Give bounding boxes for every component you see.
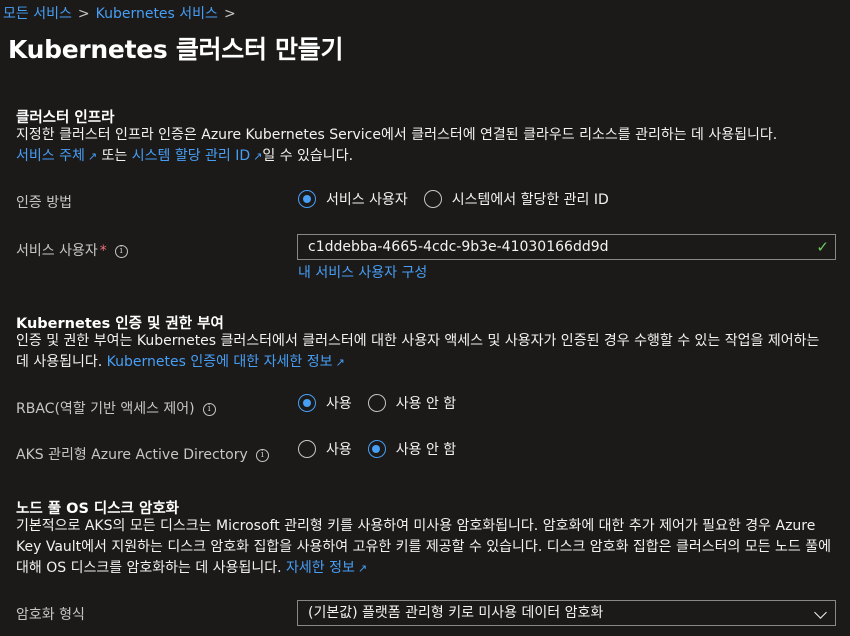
radio-label: 사용 <box>326 442 352 458</box>
page-title: Kubernetes 클러스터 만들기 <box>8 35 344 64</box>
desc-end-text: 일 수 있습니다. <box>262 148 354 164</box>
service-principal-link[interactable]: 서비스 주체 <box>16 148 85 164</box>
cluster-infra-desc-text: 지정한 클러스터 인프라 인증은 Azure Kubernetes Servic… <box>16 127 778 143</box>
rbac-radio-group: 사용 사용 안 함 <box>298 393 472 413</box>
radio-selected-icon[interactable] <box>367 440 386 458</box>
radio-unselected-icon[interactable] <box>423 190 442 208</box>
external-link-icon: ↗ <box>335 356 345 369</box>
required-marker: * <box>99 243 107 259</box>
breadcrumb-kubernetes-services[interactable]: Kubernetes 서비스 <box>96 6 218 22</box>
configure-service-principal-link[interactable]: 내 서비스 사용자 구성 <box>298 262 427 282</box>
radio-rbac-enabled[interactable]: 사용 <box>298 393 352 413</box>
breadcrumb-chevron-icon: > <box>223 6 236 22</box>
radio-aad-enabled[interactable]: 사용 <box>298 439 352 459</box>
encryption-learn-more-link[interactable]: 자세한 정보 <box>286 560 355 576</box>
cluster-infra-description: 지정한 클러스터 인프라 인증은 Azure Kubernetes Servic… <box>16 125 836 167</box>
radio-label: 사용 <box>326 396 352 412</box>
aad-radio-group: 사용 사용 안 함 <box>298 439 472 459</box>
or-text: 또는 <box>101 148 128 164</box>
radio-selected-icon[interactable] <box>298 394 316 412</box>
radio-label: 시스템에서 할당한 관리 ID <box>451 192 609 208</box>
radio-rbac-disabled[interactable]: 사용 안 함 <box>367 393 457 413</box>
breadcrumb: 모든 서비스 > Kubernetes 서비스 > <box>3 3 242 23</box>
section-heading-encryption: 노드 풀 OS 디스크 암호화 <box>16 501 180 517</box>
encryption-type-dropdown[interactable]: (기본값) 플랫폼 관리형 키로 미사용 데이터 암호화 <box>297 600 836 626</box>
auth-method-radio-group: 서비스 사용자 시스템에서 할당한 관리 ID <box>298 189 625 209</box>
encryption-type-label: 암호화 형식 <box>16 607 85 623</box>
k8s-auth-description: 인증 및 권한 부여는 Kubernetes 클러스터에서 클러스터에 대한 사… <box>16 331 836 373</box>
external-link-icon: ↗ <box>357 562 368 575</box>
service-principal-input[interactable]: c1ddebba-4665-4cdc-9b3e-41030166dd9d ✓ <box>297 234 836 260</box>
k8s-auth-learn-more-link[interactable]: Kubernetes 인증에 대한 자세한 정보 <box>107 354 333 370</box>
auth-method-label: 인증 방법 <box>16 195 72 211</box>
breadcrumb-chevron-icon: > <box>77 6 90 22</box>
service-principal-label-text: 서비스 사용자 <box>16 243 98 259</box>
managed-identity-link[interactable]: 시스템 할당 관리 ID <box>132 148 250 164</box>
info-icon[interactable]: i <box>255 448 269 462</box>
radio-unselected-icon[interactable] <box>298 440 316 458</box>
encryption-description: 기본적으로 AKS의 모든 디스크는 Microsoft 관리형 키를 사용하여… <box>16 516 836 579</box>
breadcrumb-all-services[interactable]: 모든 서비스 <box>3 6 72 22</box>
section-heading-cluster-infra: 클러스터 인프라 <box>16 110 115 126</box>
aad-label: AKS 관리형 Azure Active Directory i <box>16 444 269 464</box>
section-heading-k8s-auth: Kubernetes 인증 및 권한 부여 <box>16 316 224 332</box>
chevron-down-icon <box>814 606 827 619</box>
service-principal-value: c1ddebba-4665-4cdc-9b3e-41030166dd9d <box>308 239 609 255</box>
external-link-icon: ↗ <box>253 150 263 163</box>
info-icon[interactable]: i <box>202 402 216 416</box>
check-icon: ✓ <box>816 238 829 256</box>
radio-aad-disabled[interactable]: 사용 안 함 <box>367 439 457 459</box>
radio-unselected-icon[interactable] <box>367 394 386 412</box>
radio-service-principal[interactable]: 서비스 사용자 <box>298 189 408 209</box>
radio-label: 사용 안 함 <box>395 442 457 458</box>
radio-selected-icon[interactable] <box>298 190 316 208</box>
radio-system-managed-identity[interactable]: 시스템에서 할당한 관리 ID <box>423 189 609 209</box>
service-principal-label: 서비스 사용자 * i <box>16 240 128 260</box>
info-icon[interactable]: i <box>114 244 128 258</box>
aad-label-text: AKS 관리형 Azure Active Directory <box>16 447 248 463</box>
radio-label: 서비스 사용자 <box>326 192 408 208</box>
rbac-label: RBAC(역할 기반 액세스 제어) i <box>16 398 216 418</box>
radio-label: 사용 안 함 <box>395 396 457 412</box>
external-link-icon: ↗ <box>87 150 98 163</box>
encryption-desc-text: 기본적으로 AKS의 모든 디스크는 Microsoft 관리형 키를 사용하여… <box>16 518 832 576</box>
rbac-label-text: RBAC(역할 기반 액세스 제어) <box>16 401 195 417</box>
encryption-type-value: (기본값) 플랫폼 관리형 키로 미사용 데이터 암호화 <box>308 605 604 621</box>
